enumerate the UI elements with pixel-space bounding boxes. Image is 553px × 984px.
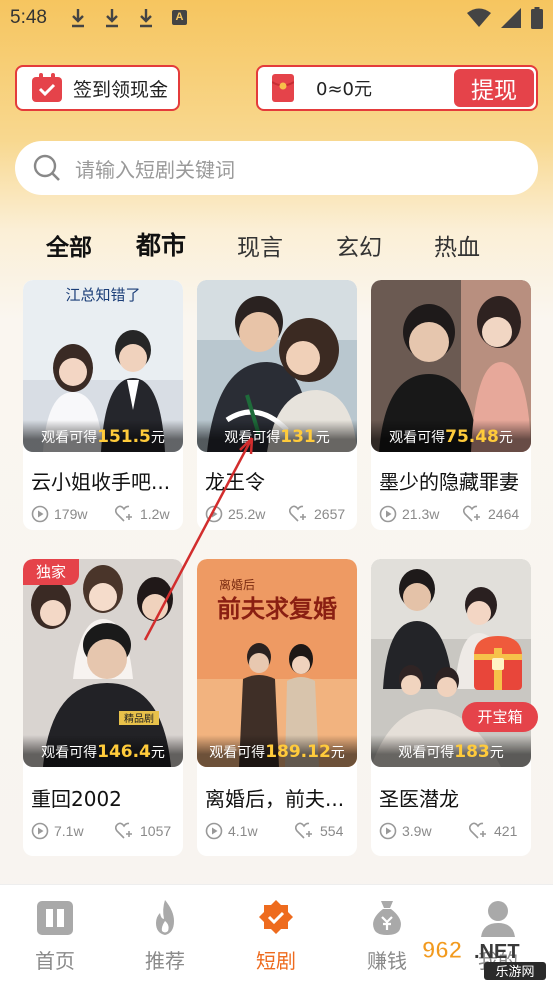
drama-card[interactable]: 观看可得131元 龙王令 25.2w 2657 [197,280,357,530]
like-count: 2464 [488,506,520,522]
tab-action[interactable]: 热血 [434,228,480,262]
wallet-bar: 0≈0元 提现 [256,65,538,111]
like-icon [469,822,486,839]
search-bar[interactable]: 请输入短剧关键词 [15,141,538,195]
signal-icon [501,8,521,28]
download-icon [106,9,118,28]
like-icon [115,822,132,839]
view-count: 179w [54,506,88,522]
watermark-sub: 乐游网 [495,965,534,980]
red-envelope-icon [272,74,294,102]
poster-text: 前夫求复婚 [217,594,337,623]
nav-short-drama[interactable]: 短剧 [236,897,316,974]
drama-card[interactable]: 离婚后 前夫求复婚 观看可得189.12元 离婚后，前夫... 4.1w 554 [197,559,357,856]
view-count: 3.9w [402,823,432,839]
balance-amount: 0≈0元 [316,79,372,100]
svg-text:962: 962 [422,937,462,964]
play-count-icon [31,505,49,523]
flame-icon [156,900,174,935]
like-count: 2657 [314,506,346,522]
view-count: 7.1w [54,823,84,839]
play-count-icon [31,822,49,840]
drama-title: 墨少的隐藏罪妻 [379,470,519,494]
drama-stats: 3.9w 421 [371,812,531,840]
shortdrama-badge-icon [259,900,293,934]
earn-label: 观看可得131元 [197,420,357,452]
download-icon [72,9,84,28]
status-bar: 5:48 A [0,0,553,38]
drama-title: 龙王令 [205,470,265,494]
poster-subtext: 离婚后 [219,577,255,592]
drama-title: 云小姐收手吧... [31,470,171,494]
earn-label: 观看可得75.48元 [371,420,531,452]
nav-earn-money[interactable]: 赚钱 [347,897,427,974]
earn-label: 观看可得151.5元 [23,420,183,452]
drama-card[interactable]: 江总知错了 观看可得151.5元 云小姐收手吧... 179w 1.2w [23,280,183,530]
drama-title: 圣医潜龙 [379,787,459,811]
play-count-icon [205,822,223,840]
search-placeholder: 请输入短剧关键词 [75,157,235,182]
book-icon [37,901,73,935]
search-icon [33,154,60,181]
like-count: 1057 [140,823,172,839]
exclusive-badge: 独家 [23,559,79,585]
checkin-button[interactable]: 签到领现金 [15,65,180,111]
nav-home[interactable]: 首页 [15,897,95,974]
status-time: 5:48 [10,7,47,28]
drama-poster: 江总知错了 观看可得151.5元 [23,280,183,452]
drama-poster: 离婚后 前夫求复婚 观看可得189.12元 [197,559,357,767]
category-tabs: 全部 都市 现言 玄幻 热血 [0,222,553,266]
download-icon [140,9,152,28]
withdraw-button[interactable]: 提现 [454,69,534,107]
play-count-icon [205,505,223,523]
a-notification-icon: A [172,10,187,25]
tab-romance[interactable]: 现言 [237,228,283,262]
drama-stats: 25.2w 2657 [197,495,357,523]
drama-poster: 观看可得75.48元 [371,280,531,452]
drama-card[interactable]: 观看可得75.48元 墨少的隐藏罪妻 21.3w 2464 [371,280,531,530]
earn-label: 观看可得146.4元 [23,735,183,767]
checkin-label: 签到领现金 [73,78,169,101]
poster-text: 江总知错了 [65,286,140,304]
like-count: 421 [494,823,518,839]
tab-city[interactable]: 都市 [136,226,186,262]
svg-text:.NET: .NET [474,941,520,963]
nav-recommend[interactable]: 推荐 [125,897,205,974]
treasure-chest-icon[interactable] [468,630,528,700]
watermark-logo: 962 .NET 乐游网 [422,937,546,980]
drama-title: 离婚后，前夫... [205,787,345,811]
view-count: 4.1w [228,823,258,839]
drama-stats: 7.1w 1057 [23,812,183,840]
earn-label: 观看可得183元 [371,735,531,767]
like-icon [115,505,132,522]
drama-poster: 观看可得131元 [197,280,357,452]
view-count: 25.2w [228,506,266,522]
view-count: 21.3w [402,506,440,522]
tab-all[interactable]: 全部 [46,228,92,262]
like-count: 1.2w [140,506,170,522]
drama-card[interactable]: 精品剧 独家 观看可得146.4元 重回2002 7.1w 1057 [23,559,183,856]
earn-label: 观看可得189.12元 [197,735,357,767]
poster-tag: 精品剧 [124,712,154,725]
drama-title: 重回2002 [31,787,122,811]
drama-stats: 21.3w 2464 [371,495,531,523]
wifi-icon [467,8,491,27]
open-treasure-button[interactable]: 开宝箱 [462,702,538,732]
like-icon [463,505,480,522]
tab-fantasy[interactable]: 玄幻 [336,228,382,262]
drama-stats: 4.1w 554 [197,812,357,840]
play-count-icon [379,505,397,523]
money-bag-icon [373,901,401,935]
drama-stats: 179w 1.2w [23,495,183,523]
battery-icon [531,7,543,29]
calendar-check-icon [32,73,62,102]
drama-poster: 精品剧 独家 观看可得146.4元 [23,559,183,767]
like-count: 554 [320,823,344,839]
play-count-icon [379,822,397,840]
like-icon [295,822,312,839]
like-icon [289,505,306,522]
